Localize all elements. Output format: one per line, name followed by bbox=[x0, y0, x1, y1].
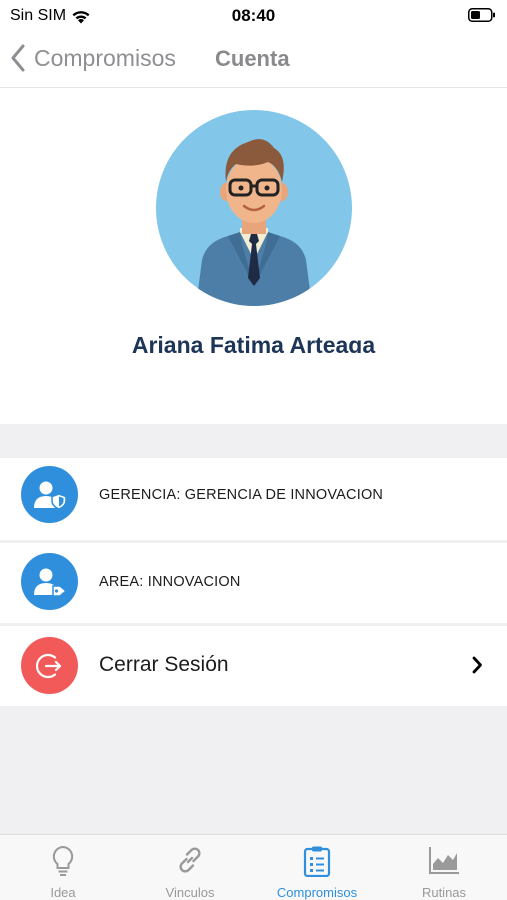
content-background bbox=[0, 706, 507, 834]
back-button-label: Compromisos bbox=[34, 44, 176, 71]
tab-compromisos[interactable]: Compromisos bbox=[254, 835, 380, 900]
tab-rutinas[interactable]: Rutinas bbox=[381, 835, 507, 900]
logout-row[interactable]: Cerrar Sesión bbox=[0, 626, 507, 706]
battery-icon bbox=[468, 8, 495, 22]
list-item-area: AREA: INNOVACION bbox=[0, 543, 507, 623]
navigation-bar: Compromisos Cuenta bbox=[0, 32, 507, 88]
tab-vinculos-label: Vinculos bbox=[165, 885, 215, 900]
section-spacer bbox=[0, 424, 507, 458]
status-bar: Sin SIM 08:40 bbox=[0, 0, 507, 32]
area-chart-icon bbox=[429, 847, 459, 874]
avatar bbox=[156, 110, 352, 306]
tab-vinculos[interactable]: Vinculos bbox=[127, 835, 253, 900]
user-tag-icon bbox=[21, 553, 78, 610]
tab-compromisos-label: Compromisos bbox=[276, 885, 358, 900]
profile-name: Ariana Fatima Arteaga bbox=[131, 332, 376, 353]
area-label: AREA: INNOVACION bbox=[99, 574, 241, 590]
back-button[interactable]: Compromisos bbox=[10, 42, 176, 74]
page-title: Cuenta bbox=[215, 46, 290, 71]
lightbulb-icon bbox=[52, 845, 74, 876]
tab-idea[interactable]: Idea bbox=[0, 835, 126, 900]
tab-idea-label: Idea bbox=[50, 885, 76, 900]
chevron-left-icon bbox=[11, 44, 25, 72]
status-time: 08:40 bbox=[231, 6, 276, 25]
avatar-illustration bbox=[196, 139, 312, 306]
tab-bar: Idea Vinculos Compromisos Rutinas bbox=[0, 834, 507, 900]
list-item-gerencia: GERENCIA: GERENCIA DE INNOVACION bbox=[0, 458, 507, 540]
clipboard-list-icon bbox=[303, 846, 331, 877]
link-icon bbox=[179, 847, 201, 873]
chevron-right-icon bbox=[472, 656, 482, 674]
logout-icon bbox=[21, 637, 78, 694]
tab-rutinas-label: Rutinas bbox=[421, 885, 467, 900]
profile-section: Ariana Fatima Arteaga bbox=[0, 88, 507, 424]
user-shield-icon bbox=[21, 466, 78, 523]
logout-label: Cerrar Sesión bbox=[99, 653, 229, 676]
gerencia-label: GERENCIA: GERENCIA DE INNOVACION bbox=[99, 487, 384, 503]
